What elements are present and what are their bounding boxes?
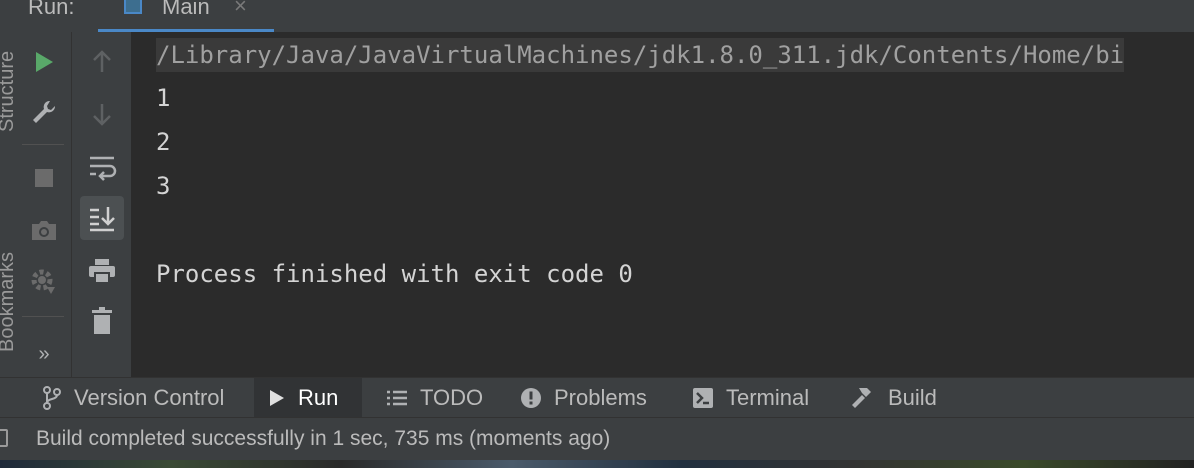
wrench-icon (33, 100, 56, 123)
more-chevron-icon[interactable]: » (28, 340, 60, 368)
tab-version-control[interactable]: Version Control (28, 378, 238, 418)
tab-todo[interactable]: TODO (372, 378, 497, 418)
terminal-icon (692, 387, 714, 409)
tab-build[interactable]: Build (836, 378, 951, 418)
bookmarks-strip-label[interactable]: Bookmarks (0, 182, 18, 352)
rerun-button[interactable] (28, 46, 60, 78)
arrow-down-icon (93, 104, 111, 126)
dump-threads-button[interactable] (28, 214, 60, 246)
print-button[interactable] (84, 254, 120, 288)
console-exit-message: Process finished with exit code 0 (156, 260, 633, 288)
console-output-line: 3 (156, 172, 171, 200)
tab-terminal-label: Terminal (726, 385, 810, 410)
status-bar: Build completed successfully in 1 sec, 7… (0, 417, 1194, 460)
toolbar-divider (22, 144, 64, 145)
stop-button[interactable] (28, 162, 60, 194)
tab-problems[interactable]: Problems (506, 378, 661, 418)
console-command-line: /Library/Java/JavaVirtualMachines/jdk1.8… (156, 38, 1125, 72)
tab-main-label: Main (162, 0, 210, 19)
print-icon (89, 259, 115, 284)
arrow-up-icon (93, 50, 111, 72)
run-label: Run: (28, 0, 75, 19)
scroll-to-end-button[interactable] (80, 196, 124, 240)
left-tool-strip: Structure Bookmarks (0, 32, 18, 377)
play-icon (36, 52, 53, 72)
run-triangle-icon (268, 388, 286, 408)
run-tool-window-header: Run: Main × (0, 0, 1194, 33)
exclamation-circle-icon (520, 387, 542, 409)
tab-main[interactable]: Main × (98, 0, 274, 32)
tab-version-control-label: Version Control (74, 385, 225, 410)
toggle-tool-windows-icon[interactable] (0, 429, 8, 447)
tab-build-label: Build (888, 385, 937, 410)
console-toolbar (72, 32, 132, 377)
next-occurrence-button[interactable] (84, 98, 120, 130)
console-output-line: 2 (156, 128, 171, 156)
branch-icon (42, 386, 62, 410)
debug-settings-icon (31, 269, 55, 294)
run-toolbar: » (14, 32, 72, 377)
tab-terminal[interactable]: Terminal (678, 378, 823, 418)
hammer-icon (850, 386, 876, 410)
status-message[interactable]: Build completed successfully in 1 sec, 7… (36, 427, 610, 451)
debug-settings-button[interactable] (28, 266, 60, 298)
tab-run-label: Run (298, 385, 339, 410)
stop-icon (35, 169, 53, 187)
soft-wrap-button[interactable] (84, 150, 120, 184)
desktop-background-strip (0, 460, 1194, 468)
tab-problems-label: Problems (554, 385, 647, 410)
console-output[interactable]: /Library/Java/JavaVirtualMachines/jdk1.8… (132, 32, 1194, 377)
trash-icon (92, 307, 112, 334)
camera-icon (32, 221, 56, 240)
tab-todo-label: TODO (420, 385, 484, 410)
previous-occurrence-button[interactable] (84, 46, 120, 78)
bottom-tool-window-bar: Version Control Run TODO Problems Termin… (0, 377, 1194, 418)
console-tab-icon (124, 0, 142, 14)
toolbar-divider (22, 316, 64, 317)
edit-configuration-button[interactable] (28, 96, 60, 128)
console-output-line: 1 (156, 84, 171, 112)
tab-close-icon[interactable]: × (234, 0, 247, 19)
soft-wrap-icon (90, 156, 117, 181)
structure-strip-label[interactable]: Structure (0, 0, 18, 132)
list-icon (386, 389, 408, 407)
tab-run[interactable]: Run (254, 378, 362, 418)
clear-all-button[interactable] (84, 304, 120, 338)
scroll-to-end-icon (90, 207, 115, 232)
